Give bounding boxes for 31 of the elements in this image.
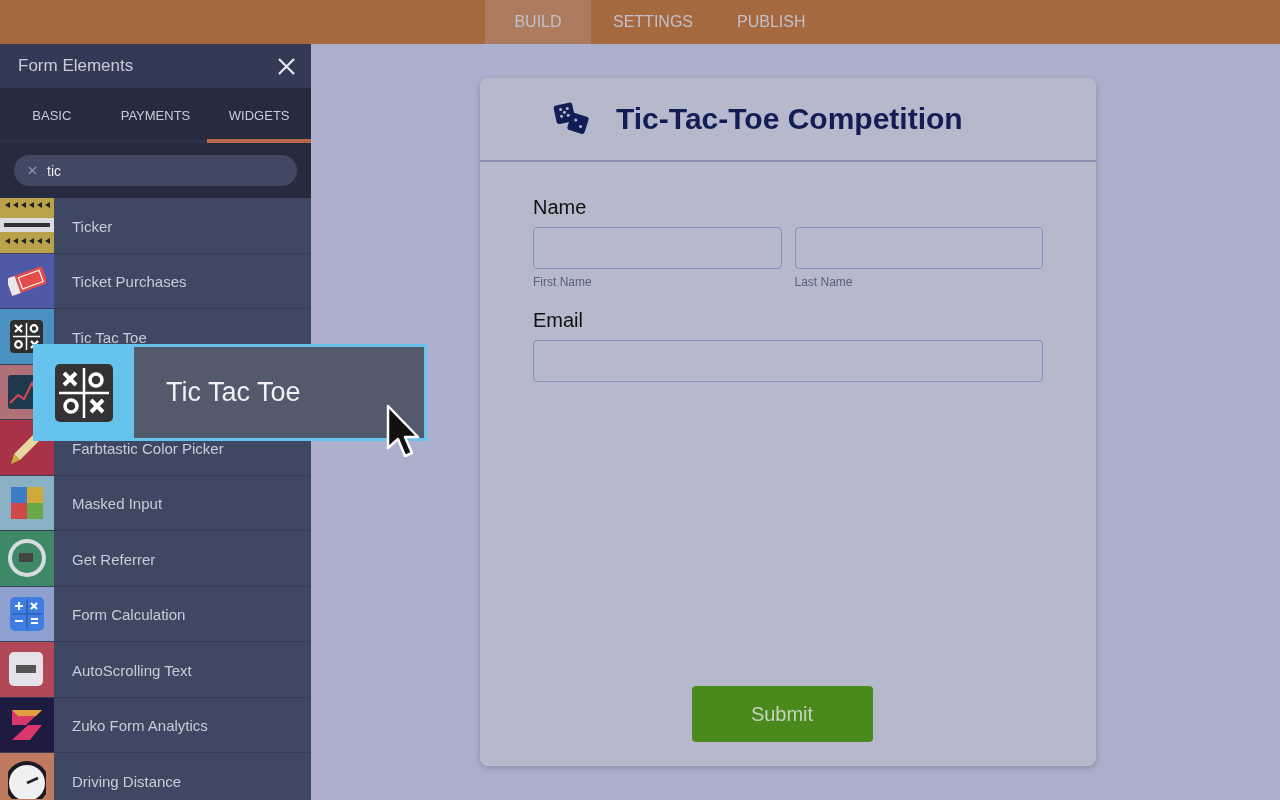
input-field[interactable] <box>533 340 1043 382</box>
drag-label: Tic Tac Toe <box>166 377 301 408</box>
search-field[interactable]: tic <box>14 155 297 186</box>
panel-tab[interactable]: PAYMENTS <box>103 88 208 143</box>
widget-name[interactable]: Farbtastic Color Picker <box>72 437 224 457</box>
widget-name[interactable]: Ticket Purchases <box>72 271 187 291</box>
clear-icon[interactable] <box>28 166 37 175</box>
widget-name[interactable]: Driving Distance <box>72 770 182 790</box>
input-field[interactable] <box>794 227 1043 269</box>
field-sublabel: First Name <box>533 275 593 289</box>
widget-name[interactable]: AutoScrolling Text <box>72 659 192 679</box>
widget-name[interactable]: Tic Tac Toe <box>72 326 147 346</box>
dice-icon <box>552 101 592 137</box>
input-field[interactable] <box>533 227 782 269</box>
panel-title: Form Elements <box>18 56 134 76</box>
grid-icon <box>8 317 46 356</box>
widget-name[interactable]: Get Referrer <box>72 548 156 568</box>
gauge-icon <box>8 761 46 800</box>
widget-name[interactable]: Form Calculation <box>72 604 186 624</box>
card-icon <box>8 650 46 689</box>
close-icon[interactable] <box>278 57 295 75</box>
field-label: Email <box>533 309 584 332</box>
form-title: Tic-Tac-Toe Competition <box>616 102 963 136</box>
field-label: Name <box>533 196 588 219</box>
widget-name[interactable]: Ticker <box>72 215 113 235</box>
calculator-icon <box>8 594 46 633</box>
widget-name[interactable]: Masked Input <box>72 493 163 513</box>
grid-icon <box>53 362 114 423</box>
field-sublabel: Last Name <box>794 275 854 289</box>
widget-name[interactable]: Zuko Form Analytics <box>72 715 208 735</box>
panel-tab[interactable]: BASIC <box>0 88 104 143</box>
